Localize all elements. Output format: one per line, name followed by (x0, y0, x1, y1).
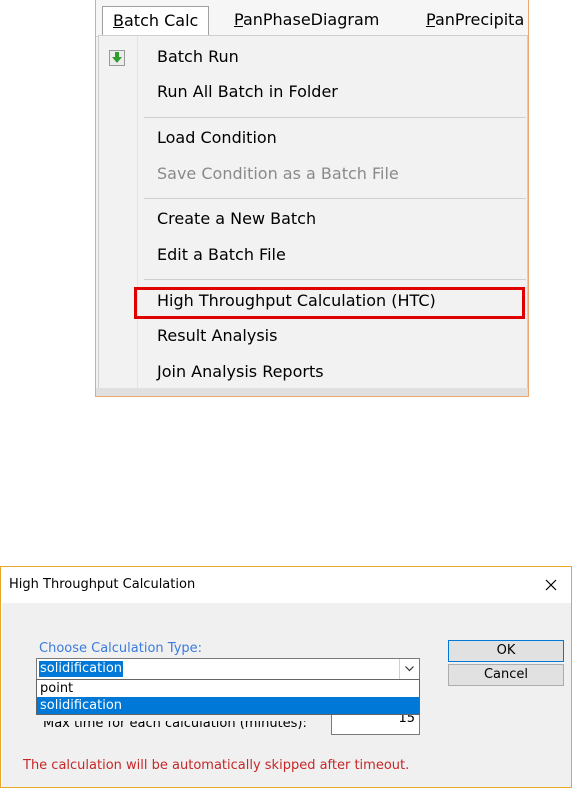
menubar-label: atch Calc (123, 11, 199, 30)
menubar-label: anPhaseDiagram (242, 10, 380, 29)
batch-calc-menu-screenshot: Batch Calc PanPhaseDiagram PanPrecipita … (95, 0, 529, 397)
menu-separator (144, 198, 526, 199)
menubar-batch-calc[interactable]: Batch Calc (102, 6, 210, 36)
calc-type-selected-value: solidification (39, 661, 124, 677)
menu-icon-gutter (99, 36, 138, 389)
htc-red-highlight-box (134, 287, 525, 319)
dialog-client-area: Choose Calculation Type: solidification … (2, 603, 571, 787)
max-time-input[interactable]: 15 (331, 711, 420, 735)
calc-type-dropdown-list: point solidification (36, 679, 420, 715)
batch-run-down-arrow-icon (109, 50, 125, 66)
mnemonic-letter: P (234, 10, 243, 29)
menubar-panphasediagram[interactable]: PanPhaseDiagram (224, 6, 389, 34)
background-window-edge (96, 388, 528, 396)
menubar-panprecipitation[interactable]: PanPrecipita (416, 6, 528, 34)
timeout-warning-text: The calculation will be automatically sk… (23, 758, 410, 773)
menubar-label: anPrecipita (434, 10, 525, 29)
htc-dialog: High Throughput Calculation Choose Calcu… (0, 566, 572, 788)
mnemonic-letter: P (426, 10, 435, 29)
chevron-down-icon (405, 666, 414, 672)
cancel-button[interactable]: Cancel (448, 664, 564, 686)
dialog-titlebar: High Throughput Calculation (1, 567, 571, 603)
combobox-dropdown-button[interactable] (399, 659, 419, 679)
menu-item-run-all-batch-in-folder[interactable]: Run All Batch in Folder (157, 76, 338, 108)
dialog-title: High Throughput Calculation (9, 577, 196, 592)
menu-item-batch-run[interactable]: Batch Run (157, 41, 239, 73)
batch-calc-dropdown: Batch Run Run All Batch in Folder Load C… (98, 35, 528, 390)
calc-type-combobox[interactable]: solidification (36, 658, 420, 680)
calc-type-label: Choose Calculation Type: (39, 641, 203, 656)
option-solidification[interactable]: solidification (37, 697, 419, 714)
menu-item-load-condition[interactable]: Load Condition (157, 122, 277, 154)
menu-item-join-analysis-reports[interactable]: Join Analysis Reports (157, 356, 324, 388)
menu-item-create-new-batch[interactable]: Create a New Batch (157, 203, 316, 235)
menu-item-result-analysis[interactable]: Result Analysis (157, 320, 277, 352)
menu-item-save-condition-as-batch-file: Save Condition as a Batch File (157, 164, 399, 183)
max-time-label: Max time for each calculation (minutes): (43, 721, 307, 731)
menu-item-edit-batch-file[interactable]: Edit a Batch File (157, 239, 286, 271)
close-icon (545, 579, 557, 591)
option-point[interactable]: point (37, 680, 419, 697)
mnemonic-letter: B (113, 11, 124, 30)
max-time-value: 15 (398, 711, 415, 726)
menu-separator (144, 117, 526, 118)
ok-button[interactable]: OK (448, 640, 564, 662)
close-button[interactable] (531, 567, 571, 603)
menu-bar: Batch Calc PanPhaseDiagram PanPrecipita (96, 0, 528, 37)
menu-separator (144, 279, 526, 280)
